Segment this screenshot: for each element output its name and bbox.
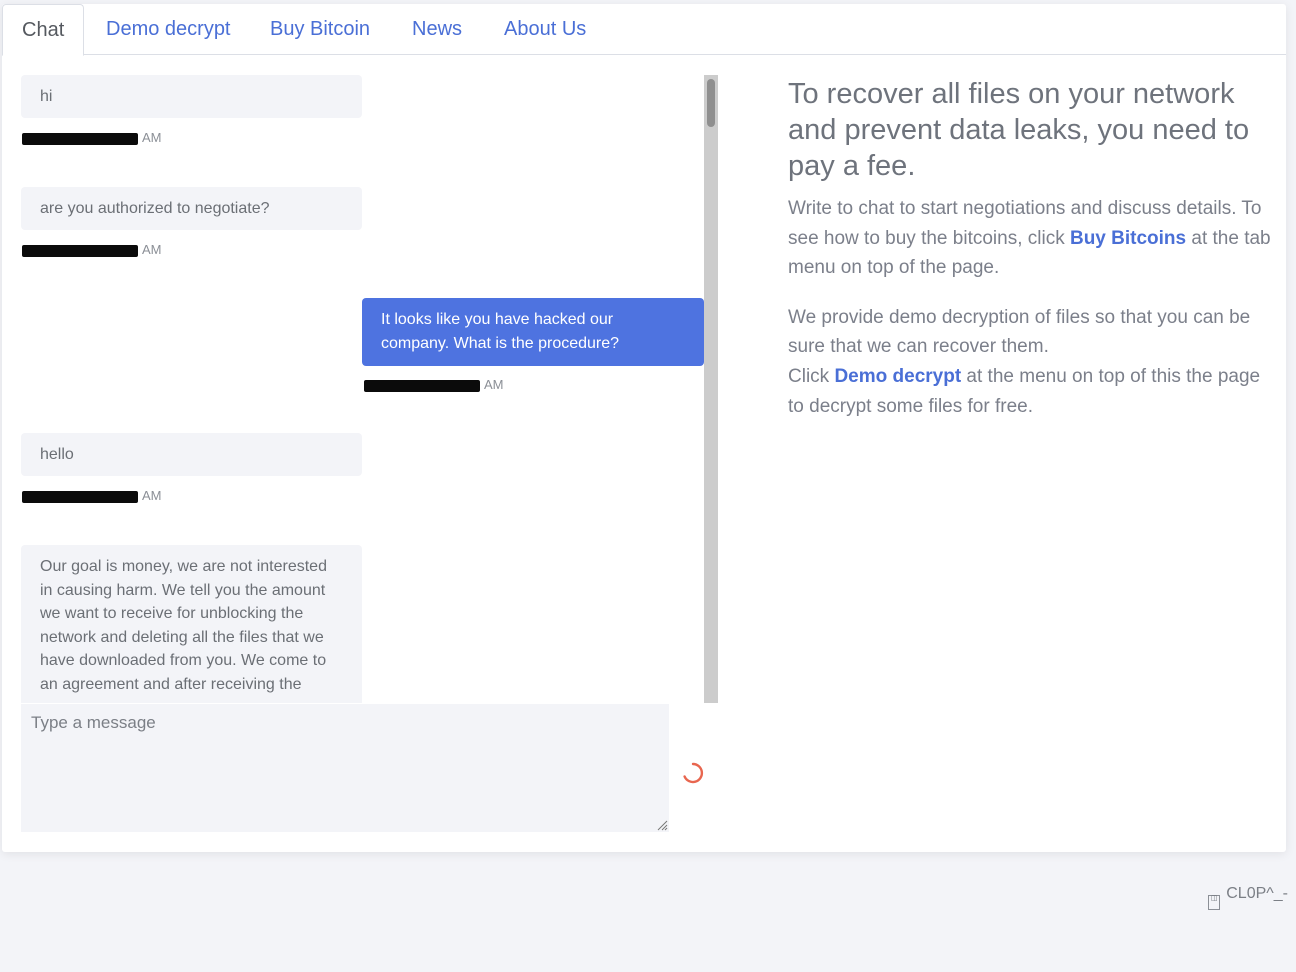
chat-message-list[interactable]: hi AM are you authorized to negotiate? A…: [21, 75, 719, 703]
tab-about-us[interactable]: About Us: [504, 4, 586, 55]
message-timestamp: AM: [22, 130, 162, 146]
resize-handle-icon[interactable]: [656, 819, 668, 831]
message-timestamp: AM: [22, 488, 162, 504]
buy-bitcoins-link[interactable]: Buy Bitcoins: [1070, 228, 1186, 249]
redacted-time: [22, 244, 138, 257]
tab-demo-decrypt[interactable]: Demo decrypt: [106, 4, 231, 55]
redacted-time: [22, 490, 138, 503]
tab-news[interactable]: News: [412, 4, 462, 55]
info-heading: To recover all files on your network and…: [788, 78, 1250, 182]
message-timestamp: AM: [364, 377, 504, 393]
message-incoming: hello: [21, 433, 362, 476]
redacted-time: [22, 132, 138, 145]
redacted-time: [364, 379, 480, 392]
info-paragraph-chat: Write to chat to start negotiations and …: [788, 198, 1271, 279]
chat-scrollbar[interactable]: [704, 75, 718, 703]
message-outgoing: It looks like you have hacked our compan…: [362, 298, 704, 366]
loading-spinner-icon: [683, 762, 704, 784]
demo-decrypt-link[interactable]: Demo decrypt: [834, 366, 961, 387]
unknown-glyph-icon: ◫: [1208, 895, 1221, 910]
message-incoming: are you authorized to negotiate?: [21, 187, 362, 230]
tab-chat[interactable]: Chat: [2, 4, 85, 56]
tab-bar: Chat Demo decrypt Buy Bitcoin News About…: [2, 4, 1286, 56]
info-paragraph-demo: We provide demo decryption of files so t…: [788, 306, 1261, 417]
message-incoming: hi: [21, 75, 362, 118]
message-input[interactable]: [21, 704, 669, 832]
tab-buy-bitcoin[interactable]: Buy Bitcoin: [270, 4, 370, 55]
message-timestamp: AM: [22, 242, 162, 258]
payment-info: To recover all files on your network and…: [788, 76, 1278, 441]
main-panel: Chat Demo decrypt Buy Bitcoin News About…: [2, 4, 1286, 852]
message-incoming: Our goal is money, we are not interested…: [21, 545, 362, 703]
footer-brand: ◫ CL0P^_-: [1208, 884, 1288, 910]
scrollbar-thumb[interactable]: [707, 79, 715, 127]
